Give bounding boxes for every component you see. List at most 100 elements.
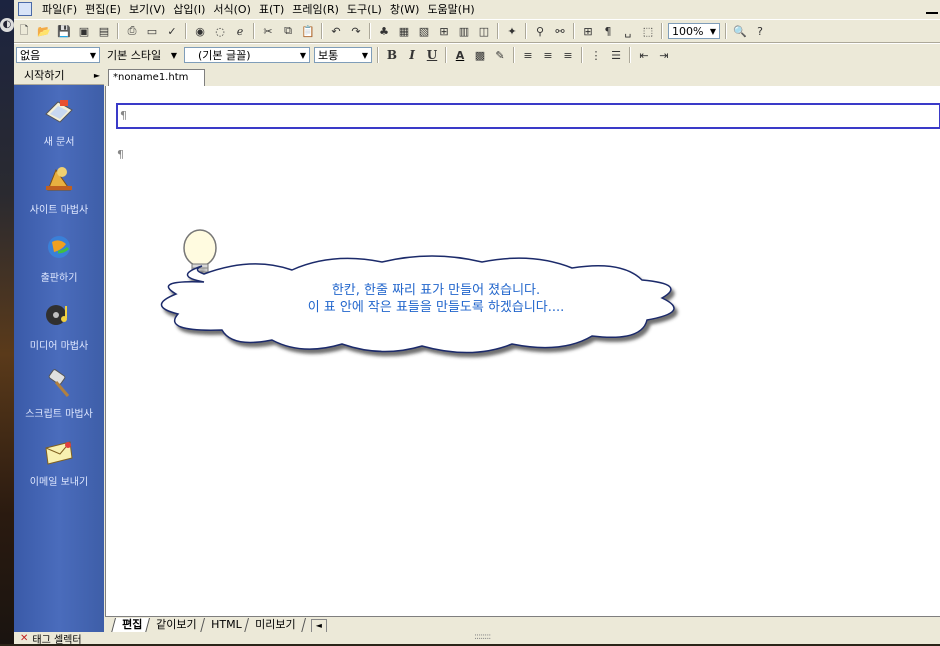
align-center-icon[interactable]: ≡ — [540, 47, 556, 63]
sidebar-item-publish[interactable]: 출판하기 — [14, 232, 104, 284]
open-folder-icon[interactable]: 📂 — [36, 23, 52, 39]
font-select[interactable]: (기본 글꼴) ▼ — [184, 47, 310, 63]
format-toolbar: 없음 ▼ 기본 스타일 ▼ (기본 글꼴) ▼ 보통 ▼ B I U A ▩ ✎ ≡ ≡… — [14, 43, 940, 67]
table-cell[interactable]: ¶ — [116, 103, 940, 129]
minimize-button[interactable] — [926, 2, 938, 14]
toolbar-separator — [581, 47, 583, 63]
menu-frame[interactable]: 프레임(R) — [288, 1, 343, 17]
sidebar-item-label: 미디어 마법사 — [29, 341, 89, 352]
template-icon[interactable]: ▤ — [96, 23, 112, 39]
toolbar-separator — [497, 23, 499, 39]
sidebar-item-email-send[interactable]: 이메일 보내기 — [14, 436, 104, 488]
copy-icon[interactable]: ⧉ — [280, 23, 296, 39]
spellcheck-icon[interactable]: ✓ — [164, 23, 180, 39]
app-menu-icon[interactable] — [18, 2, 32, 16]
callout-line-2: 이 표 안에 작은 표들을 만들도록 하겠습니다.... — [307, 300, 565, 315]
italic-button[interactable]: I — [404, 47, 420, 63]
background-color-icon[interactable]: ▩ — [472, 47, 488, 63]
css-style-select[interactable]: 기본 스타일 ▼ — [104, 47, 180, 63]
chevron-down-icon: ▼ — [89, 50, 96, 60]
sidebar-item-script-wizard[interactable]: 스크립트 마법사 — [14, 368, 104, 420]
sidebar-item-site-wizard[interactable]: 사이트 마법사 — [14, 164, 104, 216]
sidebar-item-label: 사이트 마법사 — [29, 205, 89, 216]
menu-edit[interactable]: 편집(E) — [81, 1, 125, 17]
menu-help[interactable]: 도움말(H) — [423, 1, 478, 17]
wand-icon[interactable]: ✦ — [504, 23, 520, 39]
paragraph-mark: ¶ — [117, 148, 124, 161]
sidebar-item-label: 새 문서 — [43, 137, 75, 148]
image-icon[interactable]: ▦ — [396, 23, 412, 39]
tree-icon[interactable]: ♣ — [376, 23, 392, 39]
new-document-icon — [45, 100, 73, 123]
align-left-icon[interactable]: ≡ — [520, 47, 536, 63]
document-tab[interactable]: *noname1.htm — [108, 69, 206, 86]
paste-icon[interactable]: 📋 — [300, 23, 316, 39]
paragraph-mark: ¶ — [120, 109, 127, 122]
zoom-select[interactable]: 100% ▼ — [668, 23, 720, 39]
insert-table-icon[interactable]: ⊞ — [436, 23, 452, 39]
toolbar-separator — [629, 47, 631, 63]
underline-button[interactable]: U — [424, 47, 440, 63]
tag-selector-label[interactable]: 태그 셀렉터 — [32, 631, 81, 646]
desktop-app-icon: ◐ — [0, 18, 14, 32]
callout-line-1: 한칸, 한줄 짜리 표가 만들어 졌습니다. — [331, 283, 541, 298]
sidebar-item-label: 이메일 보내기 — [29, 477, 89, 488]
menu-view[interactable]: 보기(V) — [125, 1, 169, 17]
print-preview-icon[interactable]: ▭ — [144, 23, 160, 39]
frame-icon[interactable]: ▥ — [456, 23, 472, 39]
ie-icon[interactable]: ℯ — [232, 23, 248, 39]
toolbar-separator — [525, 23, 527, 39]
menu-file[interactable]: 파일(F) — [38, 1, 81, 17]
bold-button[interactable]: B — [384, 47, 400, 63]
help-icon[interactable]: ? — [752, 23, 768, 39]
grid-icon[interactable]: ⊞ — [580, 23, 596, 39]
bullet-list-icon[interactable]: ☰ — [608, 47, 624, 63]
css-style-value: 기본 스타일 — [107, 49, 162, 62]
align-right-icon[interactable]: ≡ — [560, 47, 576, 63]
menu-tools[interactable]: 도구(L) — [343, 1, 386, 17]
border-icon[interactable]: ⬚ — [640, 23, 656, 39]
paragraph-mark-icon[interactable]: ¶ — [600, 23, 616, 39]
toolbar-separator — [573, 23, 575, 39]
resize-grip[interactable]: :::::::: — [474, 632, 491, 642]
editor-canvas[interactable]: ¶ ¶ 한칸, 한줄 짜리 표가 만들어 졌습니다. 이 표 안에 작은 표들을… — [105, 86, 940, 616]
clear-format-icon[interactable]: ✎ — [492, 47, 508, 63]
stop-icon[interactable]: ◌ — [212, 23, 228, 39]
toolbar-separator — [513, 47, 515, 63]
save-icon[interactable]: 💾 — [56, 23, 72, 39]
redo-icon[interactable]: ↷ — [348, 23, 364, 39]
indent-icon[interactable]: ⇥ — [656, 47, 672, 63]
find-icon[interactable]: 🔍 — [732, 23, 748, 39]
font-size-select[interactable]: 보통 ▼ — [314, 47, 372, 63]
menu-insert[interactable]: 삽입(I) — [169, 1, 209, 17]
paragraph-style-select[interactable]: 없음 ▼ — [16, 47, 100, 63]
menu-window[interactable]: 창(W) — [386, 1, 424, 17]
numbered-list-icon[interactable]: ⋮ — [588, 47, 604, 63]
sidebar-item-label: 출판하기 — [40, 273, 78, 284]
save-all-icon[interactable]: ▣ — [76, 23, 92, 39]
new-file-icon[interactable]: 🗋 — [16, 23, 32, 39]
print-icon[interactable]: ⎙ — [124, 23, 140, 39]
start-panel-header[interactable]: 시작하기 ► — [14, 66, 104, 85]
sidebar-item-label: 스크립트 마법사 — [25, 409, 93, 420]
menu-format[interactable]: 서식(O) — [209, 1, 254, 17]
toolbar-separator — [445, 47, 447, 63]
tab-preview[interactable]: 미리보기 — [244, 618, 307, 633]
form-icon[interactable]: ▧ — [416, 23, 432, 39]
menu-table[interactable]: 표(T) — [255, 1, 288, 17]
sidebar-item-new-document[interactable]: 새 문서 — [14, 96, 104, 148]
unlink-icon[interactable]: ⚯ — [552, 23, 568, 39]
email-send-icon — [45, 441, 73, 465]
cut-icon[interactable]: ✂ — [260, 23, 276, 39]
space-mark-icon[interactable]: ␣ — [620, 23, 636, 39]
browser-preview-icon[interactable]: ◉ — [192, 23, 208, 39]
layout-icon[interactable]: ◫ — [476, 23, 492, 39]
toolbar-separator — [185, 23, 187, 39]
undo-icon[interactable]: ↶ — [328, 23, 344, 39]
link-icon[interactable]: ⚲ — [532, 23, 548, 39]
font-color-icon[interactable]: A — [452, 47, 468, 63]
outdent-icon[interactable]: ⇤ — [636, 47, 652, 63]
tab-split[interactable]: 같이보기 — [145, 618, 208, 633]
scroll-left-icon[interactable]: ◄ — [310, 619, 327, 633]
sidebar-item-media-wizard[interactable]: 미디어 마법사 — [14, 300, 104, 352]
